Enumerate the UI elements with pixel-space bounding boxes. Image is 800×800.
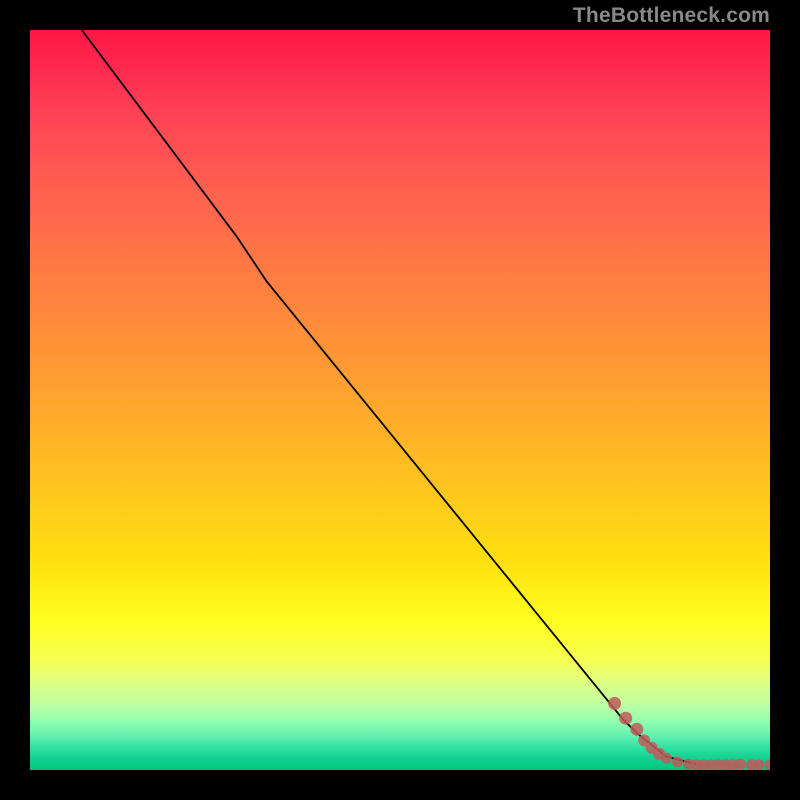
data-point <box>661 753 672 764</box>
data-point <box>765 759 771 770</box>
data-point <box>672 756 683 767</box>
data-point <box>619 712 632 725</box>
chart-plot-area <box>30 30 770 770</box>
data-point <box>753 759 764 770</box>
data-point <box>608 697 621 710</box>
attribution-text: TheBottleneck.com <box>573 4 770 28</box>
chart-svg <box>30 30 770 770</box>
curve-line <box>82 30 696 764</box>
data-point <box>735 759 746 770</box>
scatter-points <box>608 697 770 770</box>
data-point <box>630 723 643 736</box>
